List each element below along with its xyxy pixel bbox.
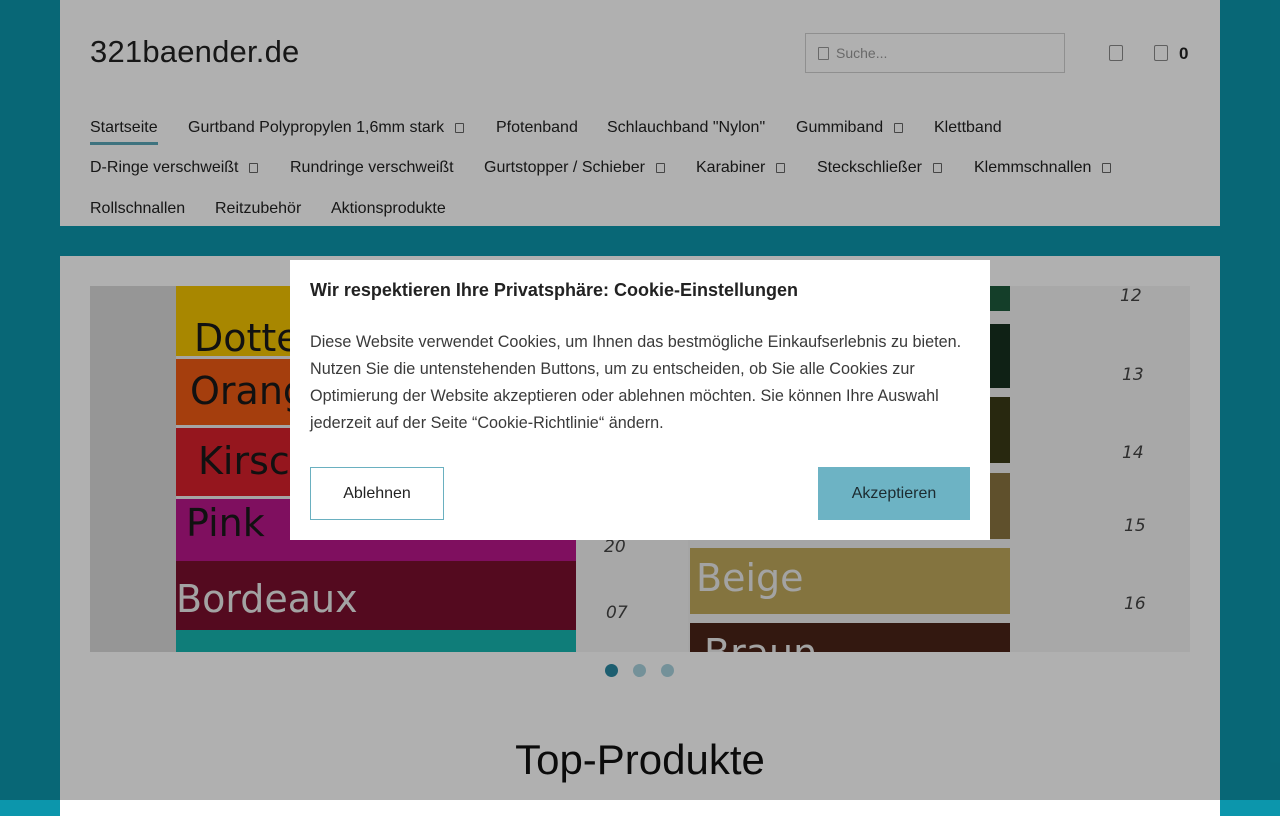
cookie-dialog-text: Diese Website verwendet Cookies, um Ihne… bbox=[310, 333, 962, 432]
accept-button[interactable]: Akzeptieren bbox=[818, 467, 970, 520]
cookie-dialog: Wir respektieren Ihre Privatsphäre: Cook… bbox=[290, 260, 990, 540]
decline-button[interactable]: Ablehnen bbox=[310, 467, 444, 520]
cookie-dialog-title: Wir respektieren Ihre Privatsphäre: Cook… bbox=[310, 280, 798, 300]
